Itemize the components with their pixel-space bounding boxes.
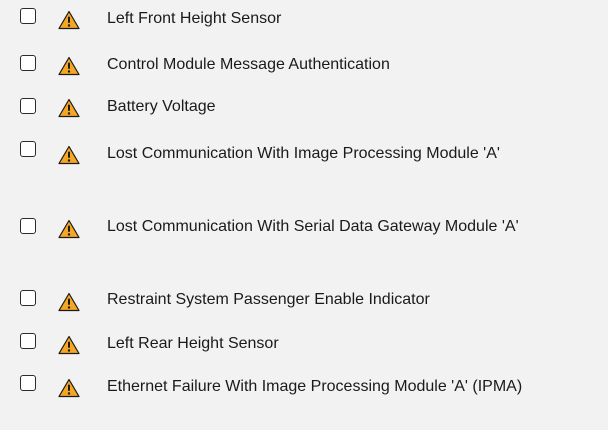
warning-icon: [58, 98, 80, 118]
item-checkbox[interactable]: [20, 8, 36, 24]
item-label: Battery Voltage: [107, 98, 216, 115]
item-checkbox[interactable]: [20, 333, 36, 349]
issue-checklist: Left Front Height Sensor Control Module …: [0, 0, 608, 430]
item-label: Lost Communication With Image Processing…: [107, 145, 500, 162]
item-label: Control Module Message Authentication: [107, 56, 390, 73]
item-checkbox[interactable]: [20, 375, 36, 391]
warning-icon: [58, 219, 80, 239]
warning-icon: [58, 335, 80, 355]
warning-icon: [58, 56, 80, 76]
item-checkbox[interactable]: [20, 218, 36, 234]
item-label: Restraint System Passenger Enable Indica…: [107, 291, 430, 308]
item-checkbox[interactable]: [20, 290, 36, 306]
item-checkbox[interactable]: [20, 98, 36, 114]
item-checkbox[interactable]: [20, 55, 36, 71]
item-label: Left Front Height Sensor: [107, 10, 282, 27]
warning-icon: [58, 10, 80, 30]
item-checkbox[interactable]: [20, 141, 36, 157]
item-label: Ethernet Failure With Image Processing M…: [107, 378, 523, 395]
item-label: Left Rear Height Sensor: [107, 335, 279, 352]
item-label: Lost Communication With Serial Data Gate…: [107, 218, 519, 235]
warning-icon: [58, 145, 80, 165]
warning-icon: [58, 292, 80, 312]
warning-icon: [58, 378, 80, 398]
